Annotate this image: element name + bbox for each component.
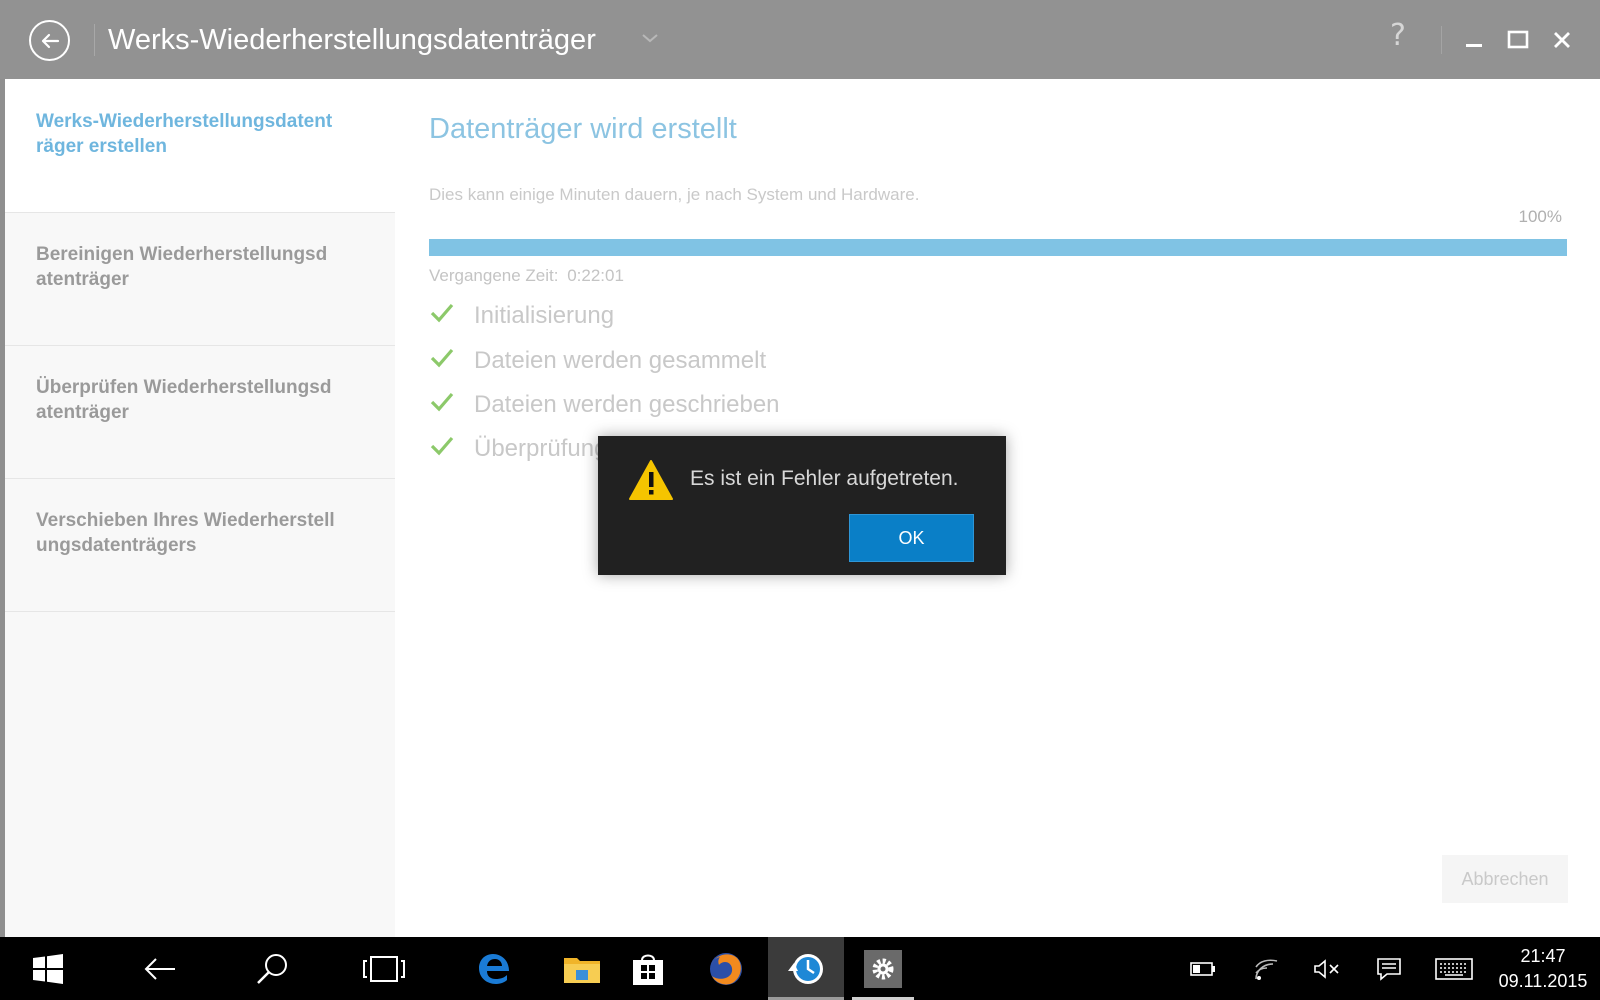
elapsed-label: Vergangene Zeit: [429, 266, 559, 285]
error-message: Es ist ein Fehler aufgetreten. [690, 467, 959, 490]
sidebar-item-verify[interactable]: Überprüfen Wiederherstellungsdatenträger [5, 346, 395, 479]
taskbar-file-explorer[interactable] [544, 937, 620, 1000]
firefox-icon [710, 952, 742, 985]
tray-action-center[interactable] [1366, 937, 1412, 1000]
task-view-icon [363, 955, 405, 982]
store-icon [633, 954, 663, 985]
sidebar-item-label: Bereinigen Wiederherstellungsdatenträger [36, 244, 328, 290]
settings-icon [872, 958, 894, 979]
volume-muted-icon [1314, 958, 1339, 979]
back-arrow-icon [41, 33, 59, 48]
sidebar-item-move[interactable]: Verschieben Ihres Wiederherstellungsdate… [5, 479, 395, 612]
sidebar-item-label: Überprüfen Wiederherstellungsdatenträger [36, 377, 332, 423]
back-icon [144, 957, 175, 980]
back-button[interactable] [29, 20, 70, 61]
error-dialog: Es ist ein Fehler aufgetreten. OK [598, 436, 1006, 575]
search-icon [257, 953, 287, 984]
taskbar-back-button[interactable] [112, 937, 208, 1000]
cancel-button[interactable]: Abbrechen [1442, 855, 1568, 903]
action-center-icon [1377, 957, 1401, 981]
taskbar-settings[interactable] [852, 937, 914, 1000]
sidebar-item-label: Werks-Wiederherstellungsdatenträger erst… [36, 111, 333, 157]
taskbar: 21:47 09.11.2015 [0, 937, 1600, 1000]
progress-fill [429, 239, 1567, 256]
sidebar-item-label: Verschieben Ihres Wiederherstellungsdate… [36, 510, 335, 556]
step-write: Dateien werden geschrieben [429, 389, 929, 425]
sidebar-item-create[interactable]: Werks-Wiederherstellungsdatenträger erst… [5, 79, 395, 213]
recovery-app-window: Werks-Wiederherstellungsdatenträger ? We… [0, 0, 1600, 937]
checkmark-icon [430, 348, 454, 368]
checkmark-icon [430, 392, 454, 412]
recovery-app-icon [788, 953, 823, 984]
taskbar-edge[interactable] [456, 937, 532, 1000]
sidebar-item-clean[interactable]: Bereinigen Wiederherstellungsdatenträger [5, 213, 395, 346]
elapsed-value: 0:22:01 [567, 266, 624, 285]
file-explorer-icon [564, 957, 600, 983]
maximize-icon [1507, 30, 1529, 49]
taskbar-firefox[interactable] [688, 937, 764, 1000]
start-button[interactable] [0, 937, 96, 1000]
tray-volume[interactable] [1304, 937, 1350, 1000]
page-description: Dies kann einige Minuten dauern, je nach… [429, 185, 920, 204]
warning-icon [629, 460, 673, 500]
windows-start-icon [33, 953, 63, 984]
step-collect: Dateien werden gesammelt [429, 345, 929, 381]
step-label: Initialisierung [474, 302, 615, 329]
keyboard-icon [1435, 957, 1473, 980]
clock-time: 21:47 [1520, 946, 1566, 966]
progress-percent: 100% [1518, 207, 1562, 226]
progress-bar [429, 239, 1567, 256]
title-separator [94, 24, 95, 56]
tray-wifi[interactable] [1244, 937, 1290, 1000]
search-button[interactable] [224, 937, 320, 1000]
settings-tile [864, 949, 902, 988]
sidebar: Werks-Wiederherstellungsdatenträger erst… [5, 79, 395, 937]
edge-icon [479, 953, 509, 984]
step-label: Überprüfung [474, 435, 608, 462]
checkmark-icon [430, 303, 454, 323]
close-button[interactable] [1544, 22, 1580, 58]
elapsed-time: Vergangene Zeit: 0:22:01 [429, 266, 624, 286]
step-initialize: Initialisierung [429, 300, 929, 336]
tray-battery[interactable] [1180, 937, 1226, 1000]
page-title: Datenträger wird erstellt [429, 113, 737, 145]
chevron-down-icon[interactable] [638, 26, 662, 50]
battery-icon [1190, 961, 1215, 976]
wifi-icon [1255, 958, 1278, 980]
step-label: Dateien werden gesammelt [474, 347, 767, 374]
task-view-button[interactable] [336, 937, 432, 1000]
taskbar-store[interactable] [610, 937, 686, 1000]
tray-touch-keyboard[interactable] [1428, 937, 1480, 1000]
close-icon [1554, 32, 1570, 48]
minimize-icon [1466, 44, 1482, 47]
minimize-button[interactable] [1456, 22, 1492, 58]
window-title: Werks-Wiederherstellungsdatenträger [108, 24, 596, 56]
checkmark-icon [430, 436, 454, 456]
maximize-button[interactable] [1500, 22, 1536, 58]
window-controls-separator [1441, 26, 1442, 54]
taskbar-recovery-app[interactable] [768, 937, 844, 1000]
ok-button[interactable]: OK [849, 514, 974, 562]
title-bar: Werks-Wiederherstellungsdatenträger ? [0, 0, 1600, 79]
help-button[interactable]: ? [1390, 18, 1406, 53]
step-label: Dateien werden geschrieben [474, 391, 780, 418]
clock-date: 09.11.2015 [1498, 971, 1588, 991]
taskbar-clock[interactable]: 21:47 09.11.2015 [1490, 944, 1596, 994]
